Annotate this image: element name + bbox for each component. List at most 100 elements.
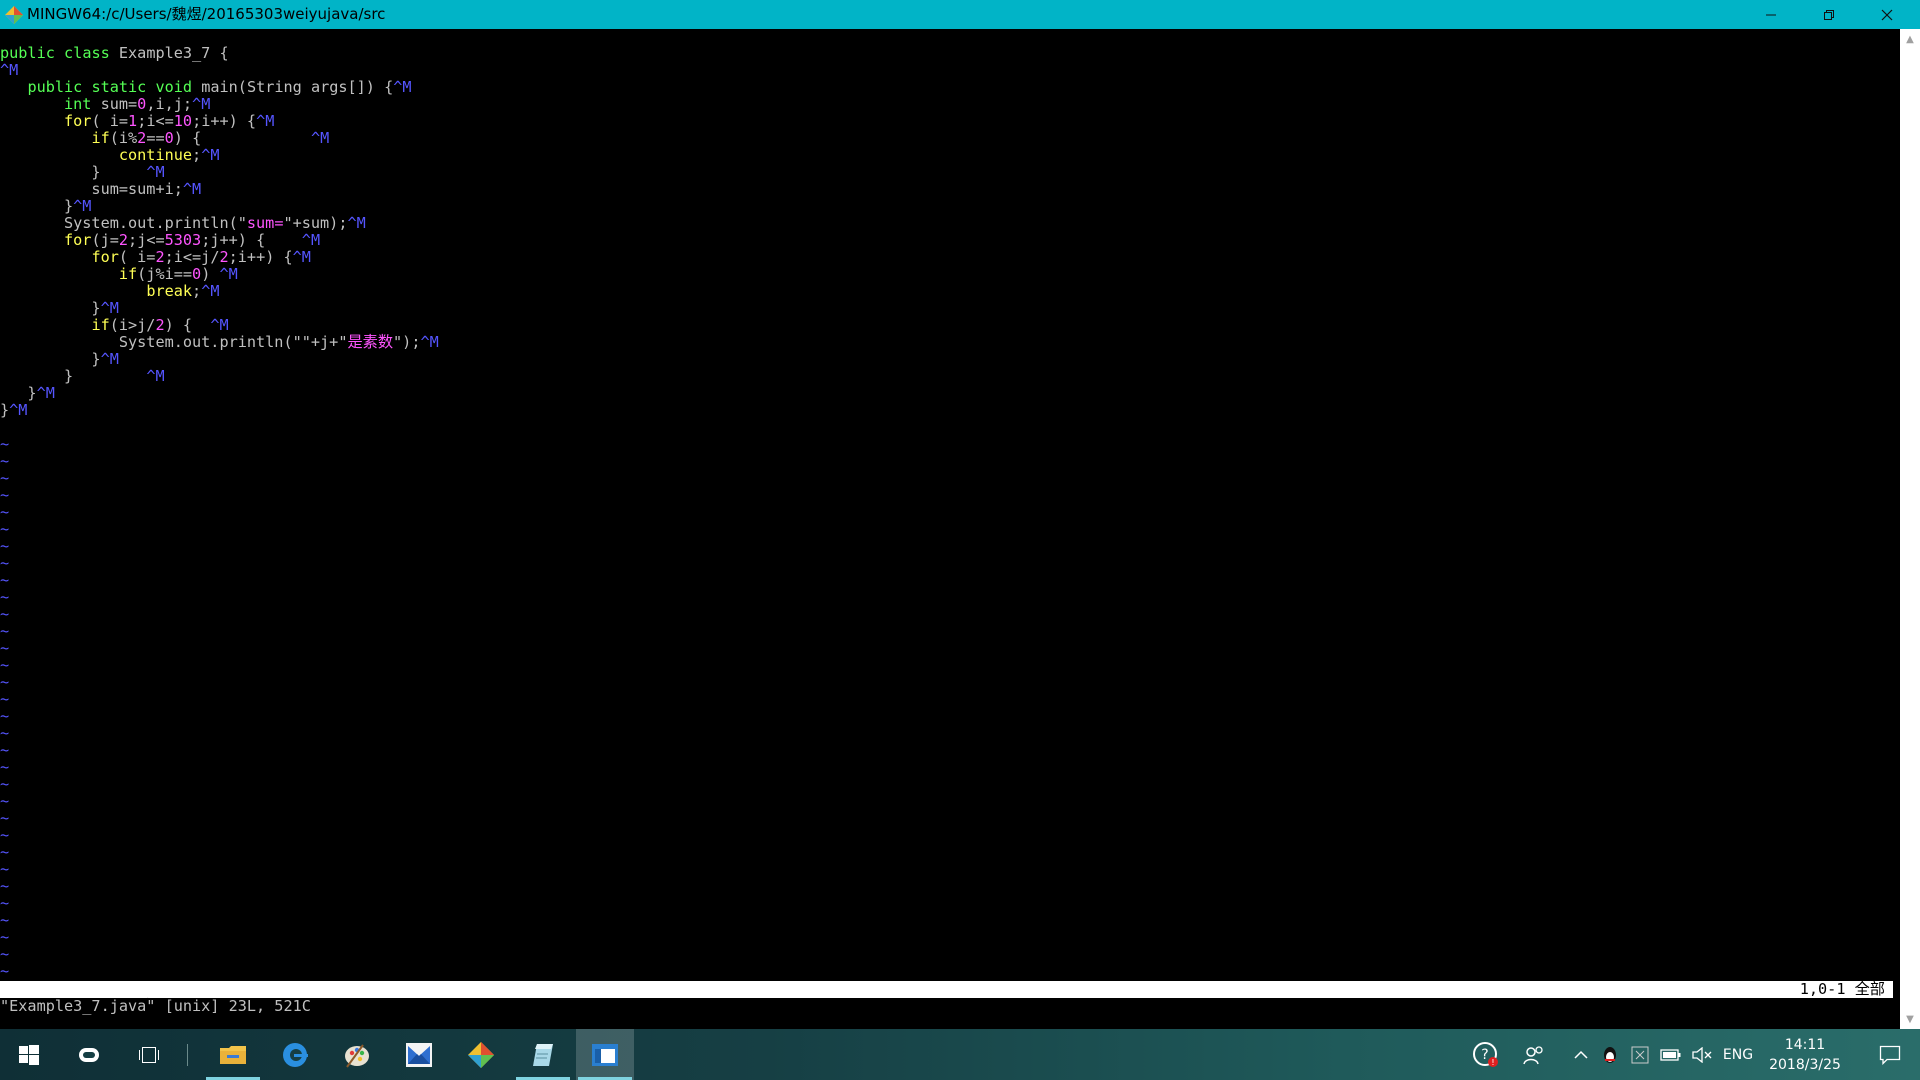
empty-line-tilde: ~ [0, 469, 10, 487]
action-center-button[interactable] [1862, 1029, 1918, 1080]
folder-icon [220, 1045, 246, 1064]
empty-line-tilde: ~ [0, 758, 10, 776]
empty-line-tilde: ~ [0, 860, 10, 878]
empty-line-tilde: ~ [0, 639, 10, 657]
empty-line-tilde: ~ [0, 656, 10, 674]
svg-text:?: ? [1481, 1047, 1488, 1063]
empty-line-tilde: ~ [0, 690, 10, 708]
penguin-icon [1604, 1046, 1616, 1063]
vim-message-line: "Example3_7.java" [unix] 23L, 521C [0, 997, 311, 1015]
edge-icon [283, 1042, 308, 1067]
code-line: public static void main(String args[]) {… [27, 78, 412, 96]
people-button[interactable] [1516, 1029, 1552, 1080]
taskbar: ? ! ENG 14:11 2018/3/25 [0, 1029, 1920, 1080]
qq-tray-icon[interactable] [1598, 1029, 1622, 1080]
language-indicator[interactable]: ENG [1718, 1029, 1758, 1080]
help-icon: ? ! [1473, 1041, 1498, 1067]
palette-icon [345, 1043, 369, 1068]
code-area[interactable]: public class Example3_7 {^M public stati… [0, 45, 439, 419]
windows-logo-icon [19, 1044, 39, 1065]
empty-line-tilde: ~ [0, 503, 10, 521]
code-line: }^M [0, 299, 119, 317]
code-line: }^M [0, 384, 55, 402]
scroll-up-icon[interactable]: ▲ [1900, 31, 1920, 47]
empty-line-tilde: ~ [0, 894, 10, 912]
minimize-button[interactable] [1742, 0, 1800, 29]
restore-button[interactable] [1800, 0, 1858, 29]
task-view-icon [139, 1046, 159, 1063]
vim-editor[interactable]: public class Example3_7 {^M public stati… [0, 29, 1900, 1029]
window-title: MINGW64:/c/Users/魏煜/20165303weiyujava/sr… [27, 5, 386, 23]
empty-line-tilde: ~ [0, 741, 10, 759]
edge-browser[interactable] [266, 1029, 324, 1080]
code-line: for(j=2;j<=5303;j++) { ^M [64, 231, 321, 249]
code-line: for( i=1;i<=10;i++) {^M [64, 112, 275, 130]
empty-line-tilde: ~ [0, 792, 10, 810]
svg-text:!: ! [1491, 1058, 1494, 1067]
empty-line-tilde: ~ [0, 537, 10, 555]
empty-line-tilde: ~ [0, 843, 10, 861]
paint-app[interactable] [328, 1029, 386, 1080]
cortana-icon [79, 1047, 99, 1062]
show-hidden-icons-button[interactable] [1568, 1029, 1594, 1080]
empty-line-tilde: ~ [0, 877, 10, 895]
task-view-button[interactable] [120, 1029, 178, 1080]
code-line: if(i>j/2) { ^M [91, 316, 229, 334]
vertical-scrollbar[interactable]: ▲ ▼ [1900, 29, 1920, 1029]
start-button[interactable] [0, 1029, 58, 1080]
code-line: public class Example3_7 { [0, 44, 229, 62]
empty-line-tilde: ~ [0, 588, 10, 606]
status-cursor-position: 1,0-1 全部 [1799, 980, 1885, 998]
taskbar-divider [187, 1044, 188, 1066]
empty-line-tilde: ~ [0, 724, 10, 742]
cortana-button[interactable] [60, 1029, 118, 1080]
code-line: ^M [0, 61, 19, 79]
code-line: sum=sum+i;^M [0, 180, 202, 198]
code-line: } ^M [0, 163, 165, 181]
mail-icon [406, 1042, 432, 1067]
terminal-icon [592, 1043, 618, 1066]
empty-line-tilde: ~ [0, 554, 10, 572]
code-line: for( i=2;i<=j/2;i++) {^M [91, 248, 311, 266]
terminal-window: MINGW64:/c/Users/魏煜/20165303weiyujava/sr… [0, 0, 1920, 1029]
code-line: if(j%i==0) ^M [118, 265, 238, 283]
ime-tray-icon[interactable] [1626, 1029, 1654, 1080]
empty-line-tilde: ~ [0, 945, 10, 963]
code-line: System.out.println("sum="+sum);^M [0, 214, 366, 232]
mail-app[interactable] [390, 1029, 448, 1080]
empty-line-tilde: ~ [0, 486, 10, 504]
code-line: }^M [0, 401, 28, 419]
empty-line-tilde: ~ [0, 911, 10, 929]
volume-muted-icon [1692, 1046, 1712, 1063]
empty-line-tilde: ~ [0, 605, 10, 623]
restore-icon [1824, 9, 1834, 20]
git-app[interactable] [452, 1029, 510, 1080]
empty-line-tilde: ~ [0, 571, 10, 589]
notification-icon [1879, 1045, 1901, 1065]
code-line: } ^M [0, 367, 165, 385]
close-button[interactable] [1858, 0, 1916, 29]
scroll-down-icon[interactable]: ▼ [1900, 1011, 1920, 1027]
code-line: int sum=0,i,j;^M [64, 95, 211, 113]
empty-line-tilde: ~ [0, 452, 10, 470]
chevron-up-icon [1574, 1050, 1588, 1059]
code-line: System.out.println(""+j+"是素数");^M [0, 333, 439, 351]
volume-tray-icon[interactable] [1688, 1029, 1716, 1080]
empty-line-tilde: ~ [0, 435, 10, 453]
input-method-icon [1631, 1046, 1649, 1063]
battery-tray-icon[interactable] [1656, 1029, 1686, 1080]
help-tray-button[interactable]: ? ! [1466, 1029, 1506, 1080]
notepad-app[interactable] [514, 1029, 572, 1080]
empty-line-tilde: ~ [0, 622, 10, 640]
empty-line-tilde: ~ [0, 707, 10, 725]
empty-line-tilde: ~ [0, 962, 10, 980]
clock-time: 14:11 [1784, 1037, 1826, 1053]
code-line: }^M [0, 350, 119, 368]
people-icon [1523, 1045, 1543, 1064]
file-explorer[interactable] [204, 1029, 262, 1080]
title-bar[interactable]: MINGW64:/c/Users/魏煜/20165303weiyujava/sr… [0, 0, 1920, 29]
git-diamond-icon [5, 6, 23, 24]
clock[interactable]: 14:11 2018/3/25 [1765, 1035, 1845, 1075]
code-line: continue;^M [118, 146, 220, 164]
git-bash-app[interactable] [576, 1029, 634, 1080]
